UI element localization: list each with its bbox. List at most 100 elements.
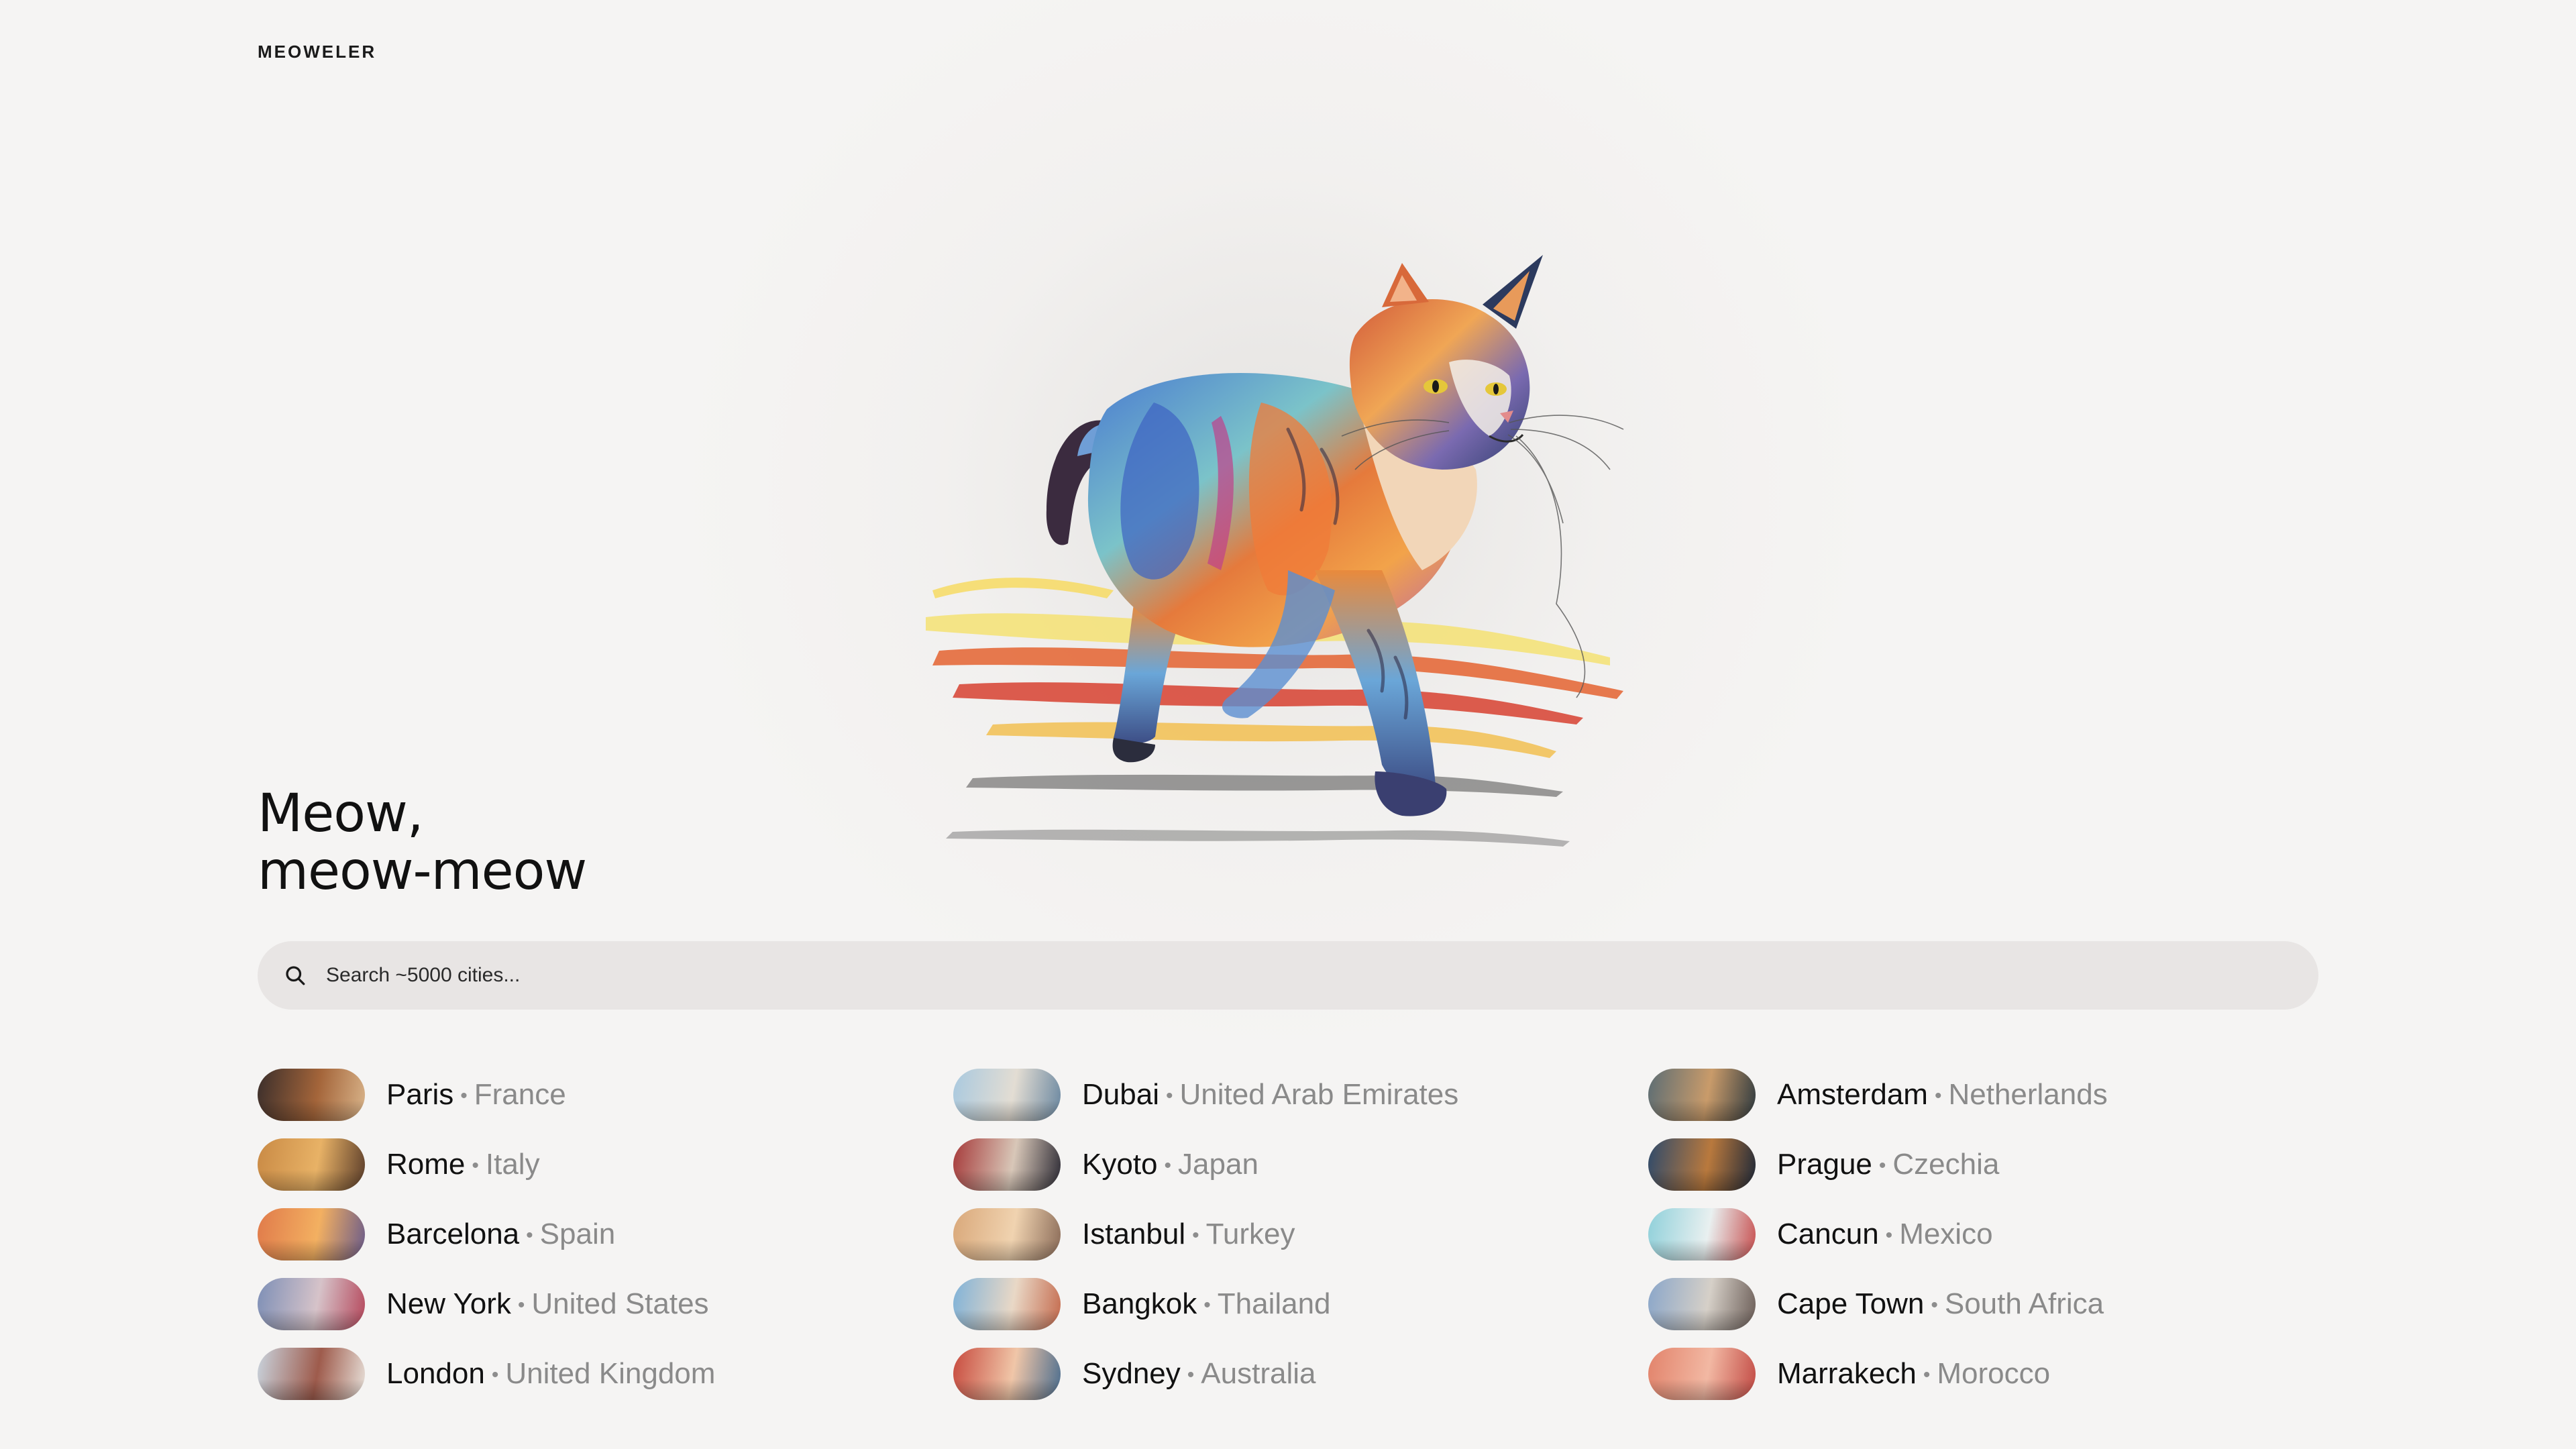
city-thumbnail [1648, 1348, 1756, 1400]
search-input[interactable] [325, 955, 2273, 996]
city-thumbnail [258, 1138, 365, 1191]
city-name: Prague [1777, 1148, 1872, 1181]
city-link[interactable]: Paris • France [258, 1060, 928, 1130]
city-name: Paris [386, 1078, 454, 1111]
city-name: Marrakech [1777, 1357, 1917, 1390]
page: MEOWELER Meow, meow-meow Search ~5000 ci… [0, 0, 2576, 1449]
cities-column-2: Dubai • United Arab Emirates Kyoto • Japan Ist… [953, 1060, 1624, 1409]
separator-dot: • [1165, 1085, 1173, 1108]
city-thumbnail [258, 1069, 365, 1121]
country-name: United Kingdom [505, 1357, 716, 1390]
country-name: Netherlands [1948, 1078, 2108, 1111]
city-link[interactable]: Sydney • Australia [953, 1339, 1624, 1409]
separator-dot: • [1187, 1364, 1195, 1387]
popular-cities: Paris • France Rome • Italy Barcelona • Spain New… [258, 1060, 2337, 1409]
city-thumbnail [953, 1208, 1061, 1260]
city-name: Kyoto [1082, 1148, 1158, 1181]
city-name: London [386, 1357, 485, 1390]
country-name: United States [531, 1287, 709, 1320]
city-thumbnail [1648, 1069, 1756, 1121]
cities-column-1: Paris • France Rome • Italy Barcelona • Spain New… [258, 1060, 928, 1409]
city-name: Rome [386, 1148, 466, 1181]
city-label: Amsterdam • Netherlands [1777, 1078, 2108, 1112]
city-link[interactable]: Barcelona • Spain [258, 1199, 928, 1269]
cities-column-3: Amsterdam • Netherlands Prague • Czechia Cancu… [1648, 1060, 2319, 1409]
country-name: Mexico [1899, 1218, 1993, 1250]
city-link[interactable]: London • United Kingdom [258, 1339, 928, 1409]
city-name: Cancun [1777, 1218, 1879, 1250]
country-name: Thailand [1217, 1287, 1331, 1320]
country-name: South Africa [1944, 1287, 2104, 1320]
city-link[interactable]: Amsterdam • Netherlands [1648, 1060, 2319, 1130]
city-thumbnail [258, 1348, 365, 1400]
country-name: Morocco [1937, 1357, 2051, 1390]
country-name: United Arab Emirates [1179, 1078, 1459, 1111]
country-name: Japan [1178, 1148, 1258, 1181]
city-label: Prague • Czechia [1777, 1148, 1999, 1181]
separator-dot: • [472, 1155, 479, 1177]
city-thumbnail [953, 1138, 1061, 1191]
city-label: Barcelona • Spain [386, 1218, 615, 1251]
city-thumbnail [258, 1278, 365, 1330]
city-label: Paris • France [386, 1078, 566, 1112]
hero-headline: Meow, meow-meow [258, 784, 587, 902]
city-label: Sydney • Australia [1082, 1357, 1316, 1391]
city-link[interactable]: Cape Town • South Africa [1648, 1269, 2319, 1339]
city-thumbnail [1648, 1278, 1756, 1330]
separator-dot: • [1878, 1155, 1886, 1177]
city-name: Sydney [1082, 1357, 1181, 1390]
city-thumbnail [953, 1278, 1061, 1330]
separator-dot: • [517, 1294, 525, 1317]
city-label: Bangkok • Thailand [1082, 1287, 1331, 1321]
country-name: Spain [539, 1218, 616, 1250]
city-label: Marrakech • Morocco [1777, 1357, 2050, 1391]
city-name: Barcelona [386, 1218, 520, 1250]
brand-logo[interactable]: MEOWELER [258, 42, 376, 62]
city-thumbnail [953, 1069, 1061, 1121]
city-link[interactable]: Marrakech • Morocco [1648, 1339, 2319, 1409]
separator-dot: • [1885, 1224, 1893, 1247]
country-name: France [474, 1078, 566, 1111]
city-label: Dubai • United Arab Emirates [1082, 1078, 1458, 1112]
separator-dot: • [1164, 1155, 1172, 1177]
city-name: Cape Town [1777, 1287, 1925, 1320]
headline-line-1: Meow, [258, 784, 424, 844]
separator-dot: • [1192, 1224, 1199, 1247]
city-link[interactable]: New York • United States [258, 1269, 928, 1339]
city-thumbnail [1648, 1208, 1756, 1260]
separator-dot: • [1923, 1364, 1931, 1387]
city-label: New York • United States [386, 1287, 709, 1321]
separator-dot: • [1203, 1294, 1211, 1317]
city-name: Istanbul [1082, 1218, 1186, 1250]
search-bar[interactable] [258, 941, 2318, 1010]
separator-dot: • [460, 1085, 468, 1108]
separator-dot: • [491, 1364, 499, 1387]
city-label: Kyoto • Japan [1082, 1148, 1258, 1181]
city-label: Rome • Italy [386, 1148, 540, 1181]
separator-dot: • [1931, 1294, 1938, 1317]
city-thumbnail [953, 1348, 1061, 1400]
separator-dot: • [1934, 1085, 1942, 1108]
city-link[interactable]: Dubai • United Arab Emirates [953, 1060, 1624, 1130]
country-name: Turkey [1205, 1218, 1295, 1250]
city-thumbnail [258, 1208, 365, 1260]
city-label: Cancun • Mexico [1777, 1218, 1993, 1251]
city-link[interactable]: Cancun • Mexico [1648, 1199, 2319, 1269]
headline-line-2: meow-meow [258, 841, 587, 902]
city-name: Amsterdam [1777, 1078, 1928, 1111]
city-name: New York [386, 1287, 511, 1320]
cat-illustration [926, 255, 1624, 847]
city-link[interactable]: Istanbul • Turkey [953, 1199, 1624, 1269]
country-name: Italy [485, 1148, 540, 1181]
city-name: Bangkok [1082, 1287, 1197, 1320]
city-label: Istanbul • Turkey [1082, 1218, 1295, 1251]
city-label: Cape Town • South Africa [1777, 1287, 2104, 1321]
city-link[interactable]: Kyoto • Japan [953, 1130, 1624, 1199]
separator-dot: • [526, 1224, 533, 1247]
country-name: Czechia [1892, 1148, 2000, 1181]
city-link[interactable]: Prague • Czechia [1648, 1130, 2319, 1199]
city-link[interactable]: Bangkok • Thailand [953, 1269, 1624, 1339]
country-name: Australia [1201, 1357, 1316, 1390]
city-thumbnail [1648, 1138, 1756, 1191]
city-link[interactable]: Rome • Italy [258, 1130, 928, 1199]
